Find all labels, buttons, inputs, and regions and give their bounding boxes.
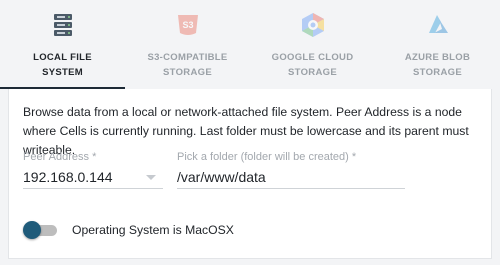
tab-label-line: STORAGE xyxy=(413,67,462,78)
tab-label-line: STORAGE xyxy=(163,67,212,78)
tab-s3-compatible-storage[interactable]: S3 S3-COMPATIBLE STORAGE xyxy=(125,0,250,89)
azure-icon xyxy=(428,15,448,33)
svg-text:S3: S3 xyxy=(182,20,193,30)
tab-label-line: AZURE BLOB xyxy=(404,52,471,63)
macosx-toggle[interactable] xyxy=(23,220,63,240)
s3-icon: S3 xyxy=(177,15,198,35)
tab-local-file-system[interactable]: LOCAL FILE SYSTEM xyxy=(0,0,125,89)
toggle-knob xyxy=(23,221,41,239)
tab-label-line: S3-COMPATIBLE xyxy=(147,52,228,63)
tab-label-line: STORAGE xyxy=(288,67,337,78)
local-fs-settings-panel: Browse data from a local or network-atta… xyxy=(8,89,492,259)
tab-label: GOOGLE CLOUD STORAGE xyxy=(250,50,375,80)
tab-azure-blob-storage[interactable]: AZURE BLOB STORAGE xyxy=(375,0,500,89)
tab-label: S3-COMPATIBLE STORAGE xyxy=(125,50,250,80)
folder-label: Pick a folder (folder will be created) * xyxy=(177,151,357,163)
peer-address-underline xyxy=(23,188,163,189)
server-icon xyxy=(53,14,72,36)
tab-label-line: GOOGLE CLOUD xyxy=(271,52,354,63)
chevron-down-icon[interactable] xyxy=(146,175,156,180)
google-cloud-icon xyxy=(301,13,324,37)
peer-address-select[interactable]: 192.168.0.144 xyxy=(23,169,113,185)
folder-input-underline xyxy=(177,188,405,189)
tab-label: AZURE BLOB STORAGE xyxy=(375,50,500,80)
tab-label-line: SYSTEM xyxy=(42,67,83,78)
tab-google-cloud-storage[interactable]: GOOGLE CLOUD STORAGE xyxy=(250,0,375,89)
macosx-toggle-label: Operating System is MacOSX xyxy=(72,223,234,237)
peer-address-label: Peer Address * xyxy=(23,151,97,163)
tab-label-line: LOCAL FILE xyxy=(33,52,92,63)
tab-label: LOCAL FILE SYSTEM xyxy=(0,50,125,80)
storage-type-tabs: LOCAL FILE SYSTEM S3 S3-COMPATIBLE STORA… xyxy=(0,0,500,89)
folder-input[interactable]: /var/www/data xyxy=(177,169,266,185)
